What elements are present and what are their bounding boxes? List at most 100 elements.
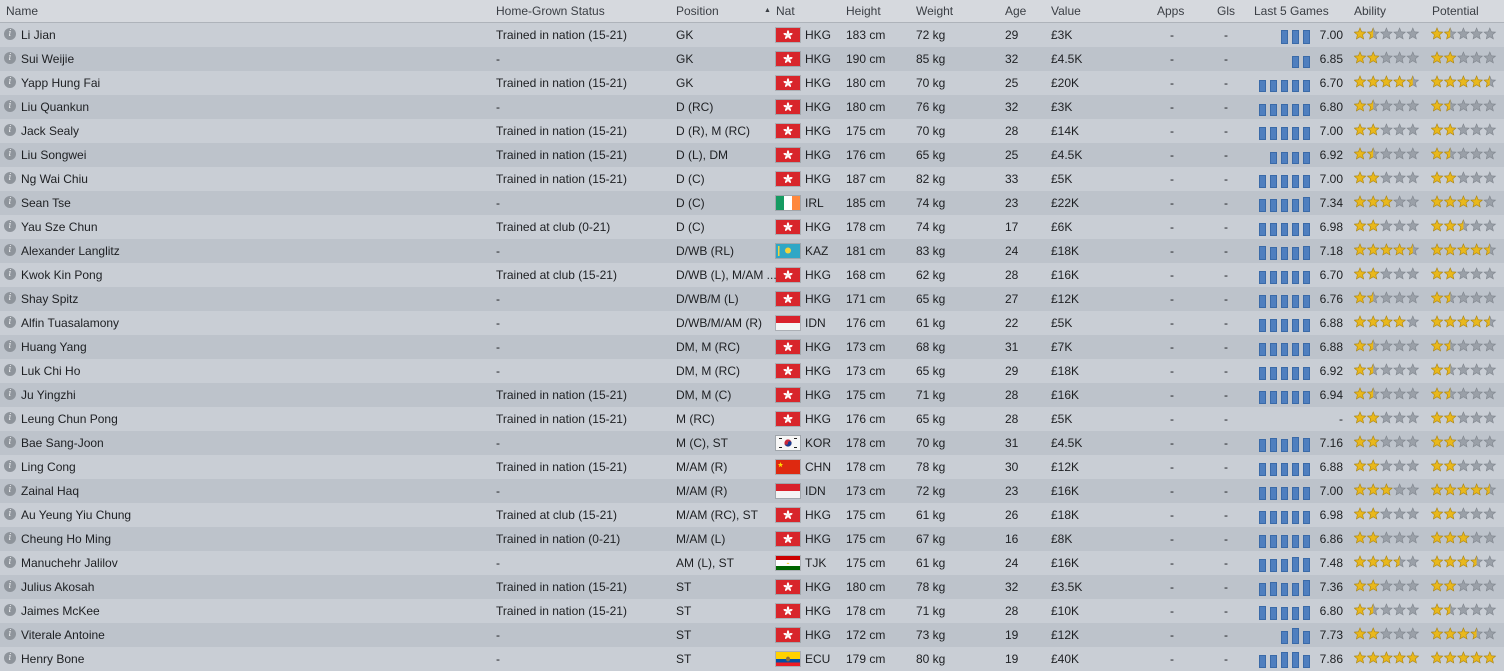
table-row[interactable]: i Sui Weijie - GK HKG 190 cm 85 kg 32 £4.5K - - 6.8… — [0, 47, 1504, 71]
info-icon[interactable]: i — [4, 580, 16, 592]
nationality[interactable]: HKG — [805, 532, 831, 546]
nationality[interactable]: HKG — [805, 364, 831, 378]
table-row[interactable]: i Bae Sang-Joon - M (C), ST KOR 178 cm 70 kg 31… — [0, 431, 1504, 455]
table-row[interactable]: i Liu Quankun - D (RC) HKG 180 cm 76 kg 32 £3K - -… — [0, 95, 1504, 119]
nationality[interactable]: HKG — [805, 580, 831, 594]
player-name[interactable]: Yau Sze Chun — [21, 220, 98, 234]
nationality[interactable]: KOR — [805, 436, 831, 450]
nationality[interactable]: HKG — [805, 604, 831, 618]
player-name[interactable]: Viterale Antoine — [21, 628, 105, 642]
nationality[interactable]: HKG — [805, 52, 831, 66]
player-name[interactable]: Shay Spitz — [21, 292, 78, 306]
header-last-5-games[interactable]: Last 5 Games — [1254, 4, 1329, 18]
table-row[interactable]: i Yapp Hung Fai Trained in nation (15-21) G… — [0, 71, 1504, 95]
nationality[interactable]: HKG — [805, 292, 831, 306]
table-row[interactable]: i Ju Yingzhi Trained in nation (15-21) DM, … — [0, 383, 1504, 407]
table-row[interactable]: i Viterale Antoine - ST HKG 172 cm 73 kg 19 £12K… — [0, 623, 1504, 647]
info-icon[interactable]: i — [4, 388, 16, 400]
info-icon[interactable]: i — [4, 268, 16, 280]
info-icon[interactable]: i — [4, 100, 16, 112]
info-icon[interactable]: i — [4, 244, 16, 256]
player-name[interactable]: Cheung Ho Ming — [21, 532, 111, 546]
player-name[interactable]: Liu Quankun — [21, 100, 89, 114]
player-name[interactable]: Huang Yang — [21, 340, 87, 354]
player-name[interactable]: Li Jian — [21, 28, 56, 42]
nationality[interactable]: HKG — [805, 508, 831, 522]
header-ability[interactable]: Ability — [1354, 4, 1386, 18]
player-name[interactable]: Alexander Langlitz — [21, 244, 120, 258]
info-icon[interactable]: i — [4, 532, 16, 544]
info-icon[interactable]: i — [4, 52, 16, 64]
nationality[interactable]: HKG — [805, 172, 831, 186]
table-row[interactable]: i Alexander Langlitz - D/WB (RL) KAZ 181 cm 83… — [0, 239, 1504, 263]
table-row[interactable]: i Huang Yang - DM, M (RC) HKG 173 cm 68 kg 31 £7… — [0, 335, 1504, 359]
player-name[interactable]: Au Yeung Yiu Chung — [21, 508, 131, 522]
header-value[interactable]: Value — [1051, 4, 1081, 18]
header-nat[interactable]: Nat — [776, 4, 795, 18]
player-name[interactable]: Sean Tse — [21, 196, 71, 210]
table-row[interactable]: i Yau Sze Chun Trained at club (0-21) D (C)… — [0, 215, 1504, 239]
info-icon[interactable]: i — [4, 148, 16, 160]
player-name[interactable]: Jaimes McKee — [21, 604, 100, 618]
info-icon[interactable]: i — [4, 412, 16, 424]
table-row[interactable]: i Ling Cong Trained in nation (15-21) M/AM … — [0, 455, 1504, 479]
table-row[interactable]: i Manuchehr Jalilov - AM (L), ST TJK 175 cm 61… — [0, 551, 1504, 575]
table-row[interactable]: i Shay Spitz - D/WB/M (L) HKG 171 cm 65 kg 27 £1… — [0, 287, 1504, 311]
nationality[interactable]: HKG — [805, 124, 831, 138]
nationality[interactable]: HKG — [805, 388, 831, 402]
table-row[interactable]: i Cheung Ho Ming Trained in nation (0-21) M… — [0, 527, 1504, 551]
table-row[interactable]: i Leung Chun Pong Trained in nation (15-21… — [0, 407, 1504, 431]
nationality[interactable]: IRL — [805, 196, 824, 210]
player-name[interactable]: Ju Yingzhi — [21, 388, 76, 402]
info-icon[interactable]: i — [4, 28, 16, 40]
info-icon[interactable]: i — [4, 436, 16, 448]
info-icon[interactable]: i — [4, 172, 16, 184]
player-name[interactable]: Luk Chi Ho — [21, 364, 80, 378]
info-icon[interactable]: i — [4, 604, 16, 616]
table-row[interactable]: i Sean Tse - D (C) IRL 185 cm 74 kg 23 £22K - - 7.3… — [0, 191, 1504, 215]
player-name[interactable]: Julius Akosah — [21, 580, 94, 594]
player-name[interactable]: Alfin Tuasalamony — [21, 316, 119, 330]
table-row[interactable]: i Jack Sealy Trained in nation (15-21) D (R… — [0, 119, 1504, 143]
info-icon[interactable]: i — [4, 220, 16, 232]
player-name[interactable]: Leung Chun Pong — [21, 412, 118, 426]
header-height[interactable]: Height — [846, 4, 881, 18]
info-icon[interactable]: i — [4, 76, 16, 88]
player-name[interactable]: Liu Songwei — [21, 148, 86, 162]
nationality[interactable]: TJK — [805, 556, 826, 570]
header-name[interactable]: Name — [6, 4, 38, 18]
nationality[interactable]: ECU — [805, 652, 830, 666]
player-name[interactable]: Manuchehr Jalilov — [21, 556, 118, 570]
player-name[interactable]: Bae Sang-Joon — [21, 436, 104, 450]
table-row[interactable]: i Ng Wai Chiu Trained in nation (15-21) D (… — [0, 167, 1504, 191]
table-row[interactable]: i Jaimes McKee Trained in nation (15-21) ST… — [0, 599, 1504, 623]
info-icon[interactable]: i — [4, 364, 16, 376]
player-name[interactable]: Jack Sealy — [21, 124, 79, 138]
nationality[interactable]: HKG — [805, 412, 831, 426]
info-icon[interactable]: i — [4, 556, 16, 568]
info-icon[interactable]: i — [4, 196, 16, 208]
nationality[interactable]: HKG — [805, 220, 831, 234]
header-position[interactable]: Position — [676, 4, 719, 18]
nationality[interactable]: HKG — [805, 100, 831, 114]
info-icon[interactable]: i — [4, 460, 16, 472]
header-gls[interactable]: Gls — [1217, 4, 1235, 18]
table-row[interactable]: i Au Yeung Yiu Chung Trained at club (15-2… — [0, 503, 1504, 527]
table-row[interactable]: i Zainal Haq - M/AM (R) IDN 173 cm 72 kg 23 £16K… — [0, 479, 1504, 503]
player-name[interactable]: Kwok Kin Pong — [21, 268, 102, 282]
info-icon[interactable]: i — [4, 316, 16, 328]
info-icon[interactable]: i — [4, 628, 16, 640]
header-home-grown-status[interactable]: Home-Grown Status — [496, 4, 605, 18]
nationality[interactable]: HKG — [805, 268, 831, 282]
player-name[interactable]: Henry Bone — [21, 652, 84, 666]
table-row[interactable]: i Li Jian Trained in nation (15-21) GK HKG 18… — [0, 23, 1504, 47]
info-icon[interactable]: i — [4, 292, 16, 304]
nationality[interactable]: KAZ — [805, 244, 828, 258]
table-row[interactable]: i Luk Chi Ho - DM, M (RC) HKG 173 cm 65 kg 29 £1… — [0, 359, 1504, 383]
nationality[interactable]: HKG — [805, 76, 831, 90]
player-name[interactable]: Zainal Haq — [21, 484, 79, 498]
nationality[interactable]: IDN — [805, 484, 826, 498]
nationality[interactable]: CHN — [805, 460, 831, 474]
info-icon[interactable]: i — [4, 340, 16, 352]
info-icon[interactable]: i — [4, 508, 16, 520]
